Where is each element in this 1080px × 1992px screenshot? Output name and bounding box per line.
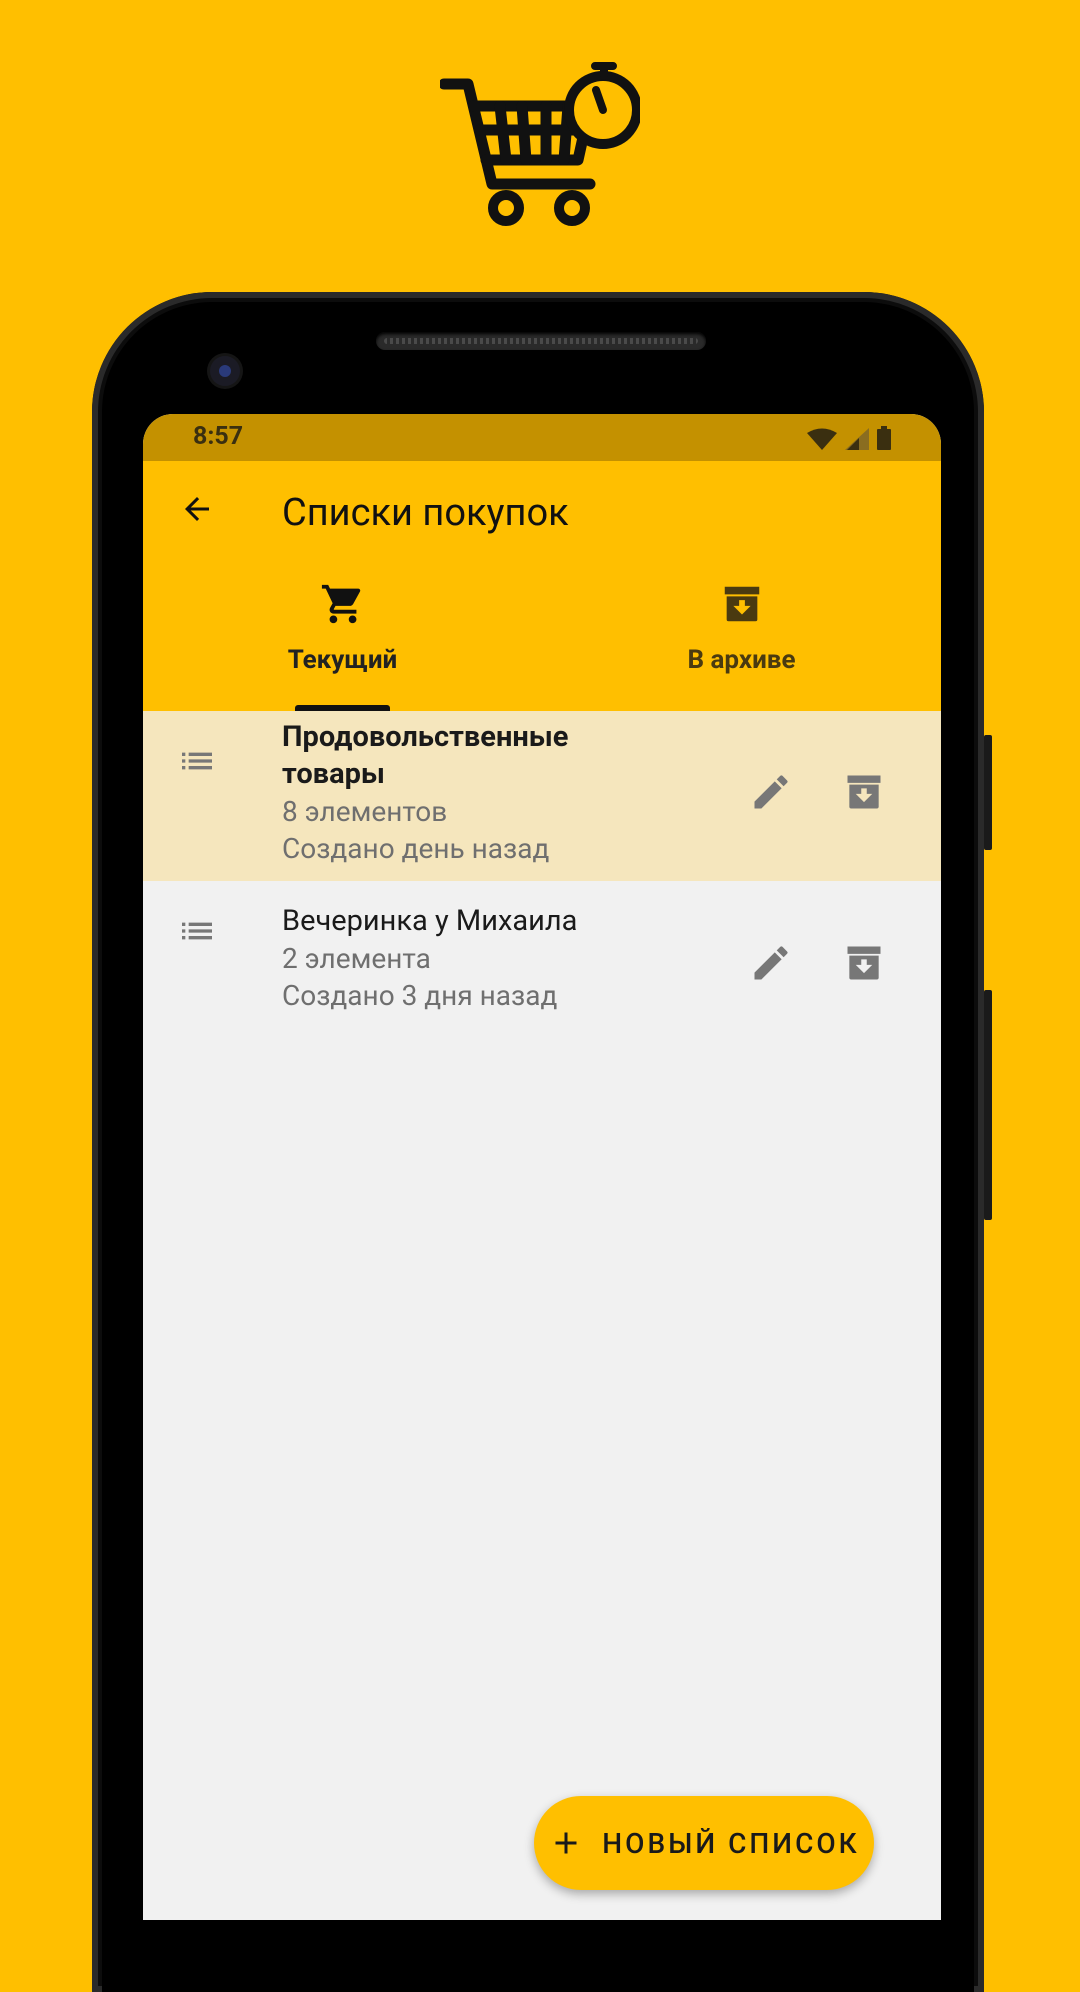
- list-item-title: Вечеринка у Михаила: [282, 904, 578, 938]
- new-list-button[interactable]: НОВЫЙ СПИСОК: [534, 1796, 874, 1890]
- phone-screen: 8:57 Списки покупок Текущий В архиве Про…: [143, 414, 941, 1920]
- power-button: [984, 735, 992, 850]
- archive-button[interactable]: [840, 768, 888, 816]
- tab-current[interactable]: Текущий: [143, 581, 542, 711]
- archive-icon: [724, 586, 759, 622]
- pencil-icon: [754, 946, 788, 980]
- list-item-count: 2 элемента: [282, 942, 431, 975]
- tab-current-label: Текущий: [287, 645, 398, 675]
- arrow-back-icon: [185, 497, 209, 521]
- wifi-icon: [807, 428, 837, 450]
- volume-button: [984, 990, 992, 1220]
- list-icon: [182, 922, 212, 940]
- page-title: Списки покупок: [282, 491, 569, 535]
- pencil-icon: [754, 775, 788, 809]
- list-item-count: 8 элементов: [282, 795, 448, 828]
- new-list-label: НОВЫЙ СПИСОК: [602, 1826, 860, 1860]
- shopping-cart-icon: [321, 584, 360, 624]
- list-item-text: Вечеринка у Михаила 2 элемента Создано 3…: [282, 903, 652, 1014]
- archive-icon: [847, 775, 881, 809]
- tab-archive[interactable]: В архиве: [542, 581, 941, 711]
- tab-archive-label: В архиве: [687, 645, 796, 675]
- list-item[interactable]: Продовольственные товары 8 элементов Соз…: [143, 711, 941, 881]
- app-bar: Списки покупок Текущий В архиве: [143, 461, 941, 711]
- edit-button[interactable]: [747, 939, 795, 987]
- list-item-text: Продовольственные товары 8 элементов Соз…: [282, 719, 652, 867]
- back-button[interactable]: [173, 485, 221, 533]
- signal-icon: [845, 428, 869, 450]
- earpiece-speaker: [376, 332, 706, 350]
- list-item-created: Создано 3 дня назад: [282, 979, 558, 1012]
- edit-button[interactable]: [747, 768, 795, 816]
- list-item-title: Продовольственные товары: [282, 720, 569, 791]
- status-icons: [807, 426, 891, 450]
- archive-button[interactable]: [840, 939, 888, 987]
- status-time: 8:57: [193, 422, 244, 451]
- plus-icon: [555, 1832, 577, 1854]
- battery-icon: [877, 426, 891, 450]
- shopping-cart-timer-icon: [440, 62, 640, 226]
- list-item[interactable]: Вечеринка у Михаила 2 элемента Создано 3…: [143, 881, 941, 1041]
- archive-icon: [847, 946, 881, 980]
- front-camera: [210, 356, 240, 386]
- status-bar: 8:57: [143, 414, 941, 461]
- list-item-created: Создано день назад: [282, 832, 550, 865]
- list-icon: [182, 752, 212, 770]
